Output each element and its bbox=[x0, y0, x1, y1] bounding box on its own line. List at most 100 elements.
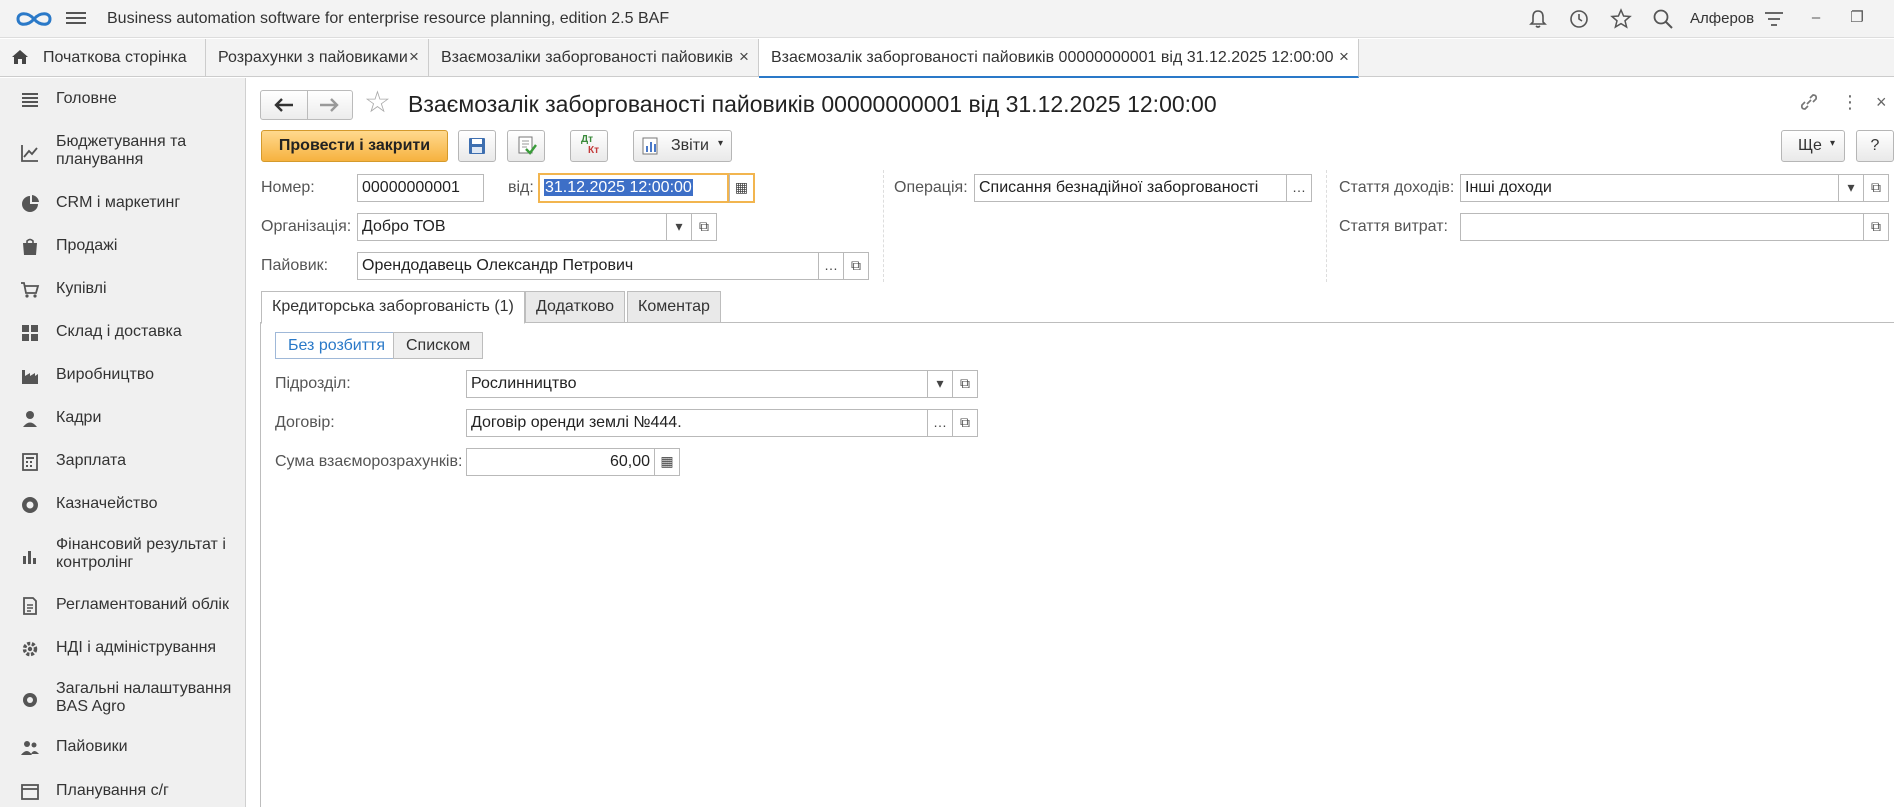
open-item-icon[interactable]: ⧉ bbox=[952, 409, 978, 437]
restore-window-icon[interactable]: ❐ bbox=[1847, 8, 1867, 28]
sidebar-item-label: Регламентований облік bbox=[56, 596, 229, 613]
sidebar-item-main[interactable]: Головне bbox=[0, 90, 245, 116]
planning-icon bbox=[21, 784, 39, 800]
minimize-icon[interactable]: ‒ bbox=[1806, 8, 1826, 28]
income-item-field[interactable]: Інші доходи bbox=[1460, 174, 1839, 202]
tab-label: Взаємозаліки заборгованості пайовиків bbox=[441, 49, 734, 66]
sidebar-item-crm[interactable]: CRM і маркетинг bbox=[0, 194, 245, 220]
select-ellipsis-icon[interactable]: … bbox=[1286, 174, 1312, 202]
view-mode-list[interactable]: Списком bbox=[393, 332, 484, 359]
app-logo-icon[interactable] bbox=[16, 8, 52, 30]
calendar-icon[interactable]: ▦ bbox=[729, 173, 755, 203]
dropdown-arrow-icon[interactable]: ▾ bbox=[666, 213, 692, 241]
app-title: Business automation software for enterpr… bbox=[107, 10, 670, 27]
tab-panel-border bbox=[260, 322, 261, 807]
open-item-icon[interactable]: ⧉ bbox=[691, 213, 717, 241]
open-item-icon[interactable]: ⧉ bbox=[843, 252, 869, 280]
tab-label: Розрахунки з пайовиками bbox=[218, 49, 408, 66]
sidebar-item-financial-result[interactable]: Фінансовий результат і контролінг bbox=[0, 536, 245, 576]
contract-field[interactable]: Договір оренди землі №444. bbox=[466, 409, 928, 437]
history-nav bbox=[260, 90, 353, 120]
tab-home[interactable]: Початкова сторінка bbox=[0, 39, 206, 77]
chevron-down-icon: ▾ bbox=[718, 138, 724, 149]
tab-label: Взаємозалік заборгованості пайовиків 000… bbox=[771, 49, 1334, 66]
expense-item-field[interactable] bbox=[1460, 213, 1864, 241]
sidebar-item-warehouse[interactable]: Склад і доставка bbox=[0, 323, 245, 349]
sidebar-item-label: CRM і маркетинг bbox=[56, 194, 181, 211]
sidebar-item-hr[interactable]: Кадри bbox=[0, 409, 245, 435]
close-form-icon[interactable]: × bbox=[1876, 92, 1887, 113]
organization-field[interactable]: Добро ТОВ bbox=[357, 213, 667, 241]
income-item-label: Стаття доходів: bbox=[1339, 179, 1455, 196]
sidebar-item-shareholders[interactable]: Пайовики bbox=[0, 738, 245, 764]
dropdown-arrow-icon[interactable]: ▾ bbox=[927, 370, 953, 398]
sidebar-item-agro-settings[interactable]: Загальні налаштування BAS Agro bbox=[0, 680, 245, 720]
operation-field[interactable]: Списання безнадійної заборгованості bbox=[974, 174, 1287, 202]
shareholder-field[interactable]: Орендодавець Олександр Петрович bbox=[357, 252, 819, 280]
sidebar-item-budgeting[interactable]: Бюджетування та планування bbox=[0, 133, 245, 173]
document-form: ☆ Взаємозалік заборгованості пайовиків 0… bbox=[260, 78, 1894, 807]
tab-additional[interactable]: Додатково bbox=[525, 291, 626, 323]
date-value: 31.12.2025 12:00:00 bbox=[544, 179, 693, 196]
save-button[interactable] bbox=[458, 130, 496, 162]
organization-label: Організація: bbox=[261, 218, 352, 235]
sidebar-item-purchases[interactable]: Купівлі bbox=[0, 280, 245, 306]
sidebar-item-label: Планування с/г bbox=[56, 782, 169, 799]
more-button[interactable]: Ще ▾ bbox=[1781, 130, 1845, 162]
tab-debt-offsets-list[interactable]: Взаємозаліки заборгованості пайовиків × bbox=[429, 39, 759, 77]
sidebar-item-admin[interactable]: НДІ і адміністрування bbox=[0, 639, 245, 665]
floppy-disk-icon bbox=[469, 138, 485, 154]
open-item-icon[interactable]: ⧉ bbox=[952, 370, 978, 398]
tab-debt-offset-document[interactable]: Взаємозалік заборгованості пайовиків 000… bbox=[759, 39, 1359, 78]
sidebar-item-regulated-accounting[interactable]: Регламентований облік bbox=[0, 596, 245, 622]
sidebar-item-production[interactable]: Виробництво bbox=[0, 366, 245, 392]
chevron-down-icon: ▾ bbox=[1830, 138, 1836, 149]
main-menu-icon[interactable] bbox=[66, 9, 86, 29]
select-ellipsis-icon[interactable]: … bbox=[927, 409, 953, 437]
close-icon[interactable]: × bbox=[1339, 47, 1349, 67]
open-item-icon[interactable]: ⧉ bbox=[1863, 174, 1889, 202]
sidebar-item-agri-planning[interactable]: Планування с/г bbox=[0, 782, 245, 807]
sidebar-item-sales[interactable]: Продажі bbox=[0, 237, 245, 263]
reports-label: Звіти bbox=[671, 137, 709, 154]
shareholder-label: Пайовик: bbox=[261, 257, 329, 274]
calculator-icon[interactable]: ▦ bbox=[654, 448, 680, 476]
settings-sliders-icon[interactable] bbox=[1763, 8, 1785, 30]
people-icon bbox=[21, 741, 39, 755]
tab-comment[interactable]: Коментар bbox=[627, 291, 721, 323]
close-icon[interactable]: × bbox=[409, 47, 419, 67]
reports-dropdown-button[interactable]: Звіти ▾ bbox=[633, 130, 732, 162]
favorite-star-icon[interactable]: ☆ bbox=[364, 88, 391, 118]
sidebar-item-label: Бюджетування та планування bbox=[56, 133, 187, 168]
help-button[interactable]: ? bbox=[1856, 130, 1894, 162]
select-ellipsis-icon[interactable]: … bbox=[818, 252, 844, 280]
post-and-close-button[interactable]: Провести і закрити bbox=[261, 130, 448, 162]
person-icon bbox=[23, 411, 37, 427]
number-field[interactable]: 00000000001 bbox=[357, 174, 484, 202]
post-button[interactable] bbox=[507, 130, 545, 162]
tab-shareholder-settlements[interactable]: Розрахунки з пайовиками × bbox=[206, 39, 429, 77]
date-field[interactable]: 31.12.2025 12:00:00 bbox=[538, 173, 729, 203]
tab-payables[interactable]: Кредиторська заборгованість (1) bbox=[261, 291, 525, 324]
dropdown-arrow-icon[interactable]: ▾ bbox=[1838, 174, 1864, 202]
open-item-icon[interactable]: ⧉ bbox=[1863, 213, 1889, 241]
back-arrow-icon[interactable] bbox=[273, 97, 295, 113]
sidebar-item-treasury[interactable]: Казначейство bbox=[0, 495, 245, 521]
sidebar-item-payroll[interactable]: Зарплата bbox=[0, 452, 245, 478]
view-mode-no-split[interactable]: Без розбиття bbox=[275, 332, 399, 359]
history-icon[interactable] bbox=[1568, 8, 1590, 30]
forward-arrow-icon[interactable] bbox=[318, 97, 340, 113]
division-field[interactable]: Рослинництво bbox=[466, 370, 928, 398]
search-icon[interactable] bbox=[1652, 8, 1674, 30]
close-icon[interactable]: × bbox=[739, 47, 749, 67]
link-icon[interactable] bbox=[1799, 92, 1819, 112]
favorites-star-icon[interactable] bbox=[1610, 8, 1632, 30]
tab-label: Початкова сторінка bbox=[43, 49, 187, 66]
user-name[interactable]: Алферов bbox=[1690, 10, 1754, 27]
bell-icon[interactable] bbox=[1527, 8, 1549, 30]
dt-kt-button[interactable]: Дт Кт bbox=[570, 130, 608, 162]
settlement-sum-field[interactable]: 60,00 bbox=[466, 448, 655, 476]
operation-label: Операція: bbox=[894, 179, 968, 196]
contract-label: Договір: bbox=[275, 414, 335, 431]
more-vertical-icon[interactable]: ⋮ bbox=[1841, 92, 1859, 113]
